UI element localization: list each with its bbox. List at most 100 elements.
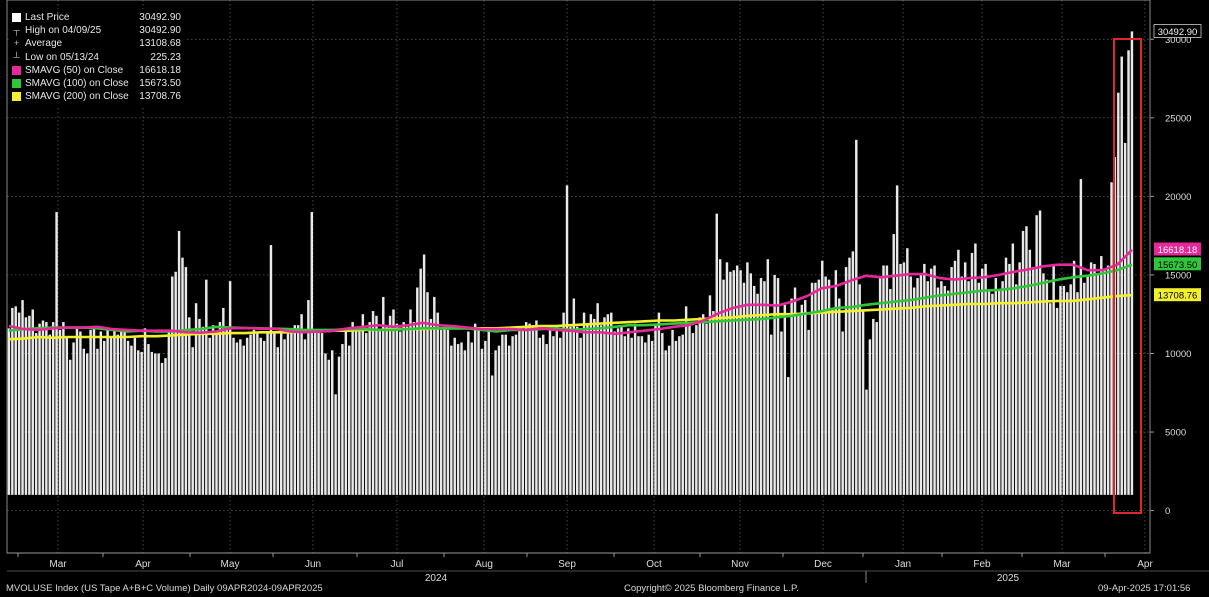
x-tick-label: Feb [973,559,991,570]
volume-bar [490,375,494,495]
volume-bar [269,245,273,495]
volume-bar [946,290,950,495]
volume-bar [140,351,143,495]
volume-bar [507,345,511,495]
volume-bar [1106,265,1110,495]
volume-bar [38,323,41,495]
volume-bar [518,326,521,495]
volume-bar [531,325,535,495]
volume-bar [834,270,838,495]
x-tick-label: Jul [391,559,404,570]
volume-bar [729,271,732,495]
y-tick-label: 20000 [1165,192,1191,203]
volume-bar [977,282,981,495]
volume-bar [800,304,804,495]
legend-last-price: Last Price 30492.90 [12,11,181,24]
volume-bar [957,249,960,495]
volume-bar [235,342,239,495]
volume-bar [109,336,113,495]
volume-bar [963,262,967,495]
volume-bar [92,326,96,495]
volume-bar [1079,179,1083,495]
legend-value: 30492.90 [139,12,181,23]
x-tick-label: Dec [814,559,832,570]
volume-bar [552,336,555,495]
volume-bar [926,281,929,495]
legend-label: SMAVG (50) on Close [25,64,124,76]
volume-bar [120,329,123,495]
volume-bar [344,328,348,495]
volume-bar [48,334,51,495]
x-tick-label: Jan [895,559,911,570]
volume-bar [45,322,48,495]
moving-average-lines [8,248,1133,341]
volume-bar [613,331,616,495]
volume-bar [7,328,11,495]
volume-bar [460,342,463,495]
volume-bar [974,243,977,495]
volume-bar [58,329,62,495]
volume-bar [225,329,228,495]
legend-label: Average [25,38,63,50]
volume-bar [249,334,252,495]
volume-bar [324,353,327,495]
volume-bar [501,334,504,495]
volume-bar [950,267,953,495]
volume-bar [872,318,875,495]
volume-bar [453,337,456,495]
y-tick-label: 5000 [1165,428,1186,439]
volume-bar [603,317,606,495]
volume-bar [1130,31,1134,495]
volume-bar [875,322,878,495]
x-tick-label: Oct [646,559,662,570]
volume-bar [633,323,637,495]
legend-sma50: SMAVG (50) on Close 16618.18 [12,64,181,77]
volume-bar [24,317,28,495]
volume-bar [844,267,848,495]
volume-bar [627,328,630,495]
legend-label: SMAVG (200) on Close [25,91,129,103]
volume-bar [528,323,531,495]
volume-bar [684,306,688,495]
volume-bar [705,323,708,495]
volume-bar [1096,274,1100,495]
volume-bar [991,293,994,495]
volume-bar [405,326,409,495]
volume-bar [916,278,919,495]
volume-bar [807,329,810,495]
volume-bar [902,262,906,495]
volume-bar [484,340,487,495]
volume-bar [766,259,770,495]
volume-bar [89,329,92,495]
volume-bar [936,287,940,495]
footer-timestamp: 09-Apr-2025 17:01:56 [1098,583,1191,594]
volume-bar [667,345,671,495]
volume-bar [565,185,569,495]
sma200-swatch [12,92,21,102]
volume-bar [569,326,572,495]
volume-bar [137,350,140,495]
volume-bar [814,282,817,495]
volume-bar [511,336,514,495]
volume-bar [524,322,528,495]
x-axis: Mar Apr May Jun Jul Aug Sep Oct Nov Dec Jan Feb Mar A… [7,552,1209,584]
volume-bar [72,342,75,495]
volume-bar [548,328,552,495]
volume-bar [211,325,215,495]
volume-bar [576,326,579,495]
volume-bar [885,265,889,495]
volume-bar [433,296,436,495]
volume-bar [1123,142,1127,495]
y-tick-label: 10000 [1165,349,1191,360]
volume-bar [402,322,405,495]
volume-bar [1062,285,1066,495]
x-tick-label: Mar [1053,559,1071,570]
volume-bar [933,265,936,495]
volume-bar [752,285,756,495]
volume-bar [463,350,467,495]
volume-bar [436,312,439,495]
volume-bar [681,334,684,495]
volume-bar [821,260,824,495]
volume-bar [28,315,31,495]
volume-bar [191,347,194,495]
